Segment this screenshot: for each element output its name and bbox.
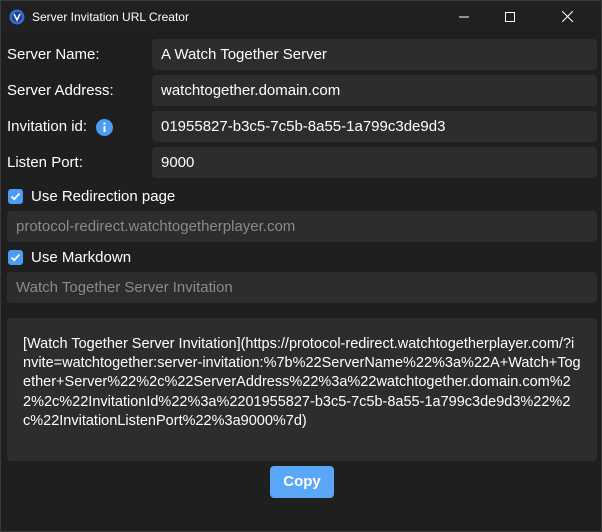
- checkmark-icon: [10, 192, 21, 201]
- maximize-button[interactable]: [487, 1, 533, 32]
- use-redirection-checkbox[interactable]: [8, 189, 23, 204]
- copy-button[interactable]: Copy: [270, 466, 334, 498]
- server-name-label: Server Name:: [7, 46, 100, 63]
- listen-port-input[interactable]: 9000: [152, 147, 597, 178]
- invitation-output-text[interactable]: [Watch Together Server Invitation](https…: [7, 318, 597, 461]
- use-redirection-label[interactable]: Use Redirection page: [31, 188, 175, 205]
- window-title: Server Invitation URL Creator: [32, 10, 189, 24]
- use-markdown-label[interactable]: Use Markdown: [31, 249, 131, 266]
- minimize-button[interactable]: [441, 1, 487, 32]
- maximize-icon: [505, 11, 515, 22]
- checkmark-icon: [10, 253, 21, 262]
- title-bar[interactable]: Server Invitation URL Creator: [1, 1, 601, 32]
- use-markdown-checkbox[interactable]: [8, 250, 23, 265]
- close-icon: [561, 11, 573, 22]
- close-button[interactable]: [533, 1, 601, 32]
- minimize-icon: [459, 16, 469, 17]
- invitation-id-label: Invitation id:: [7, 118, 88, 135]
- server-address-label: Server Address:: [7, 82, 114, 99]
- server-address-input[interactable]: watchtogether.domain.com: [152, 75, 597, 106]
- server-name-input[interactable]: A Watch Together Server: [152, 39, 597, 70]
- redirection-url-input[interactable]: protocol-redirect.watchtogetherplayer.co…: [7, 211, 597, 242]
- info-icon[interactable]: [96, 119, 113, 136]
- markdown-title-input[interactable]: Watch Together Server Invitation: [7, 272, 597, 303]
- app-window: Server Invitation URL Creator Server Nam…: [0, 0, 602, 532]
- app-logo-icon: [9, 9, 25, 25]
- listen-port-label: Listen Port:: [7, 154, 83, 171]
- invitation-id-input[interactable]: 01955827-b3c5-7c5b-8a55-1a799c3de9d3: [152, 111, 597, 142]
